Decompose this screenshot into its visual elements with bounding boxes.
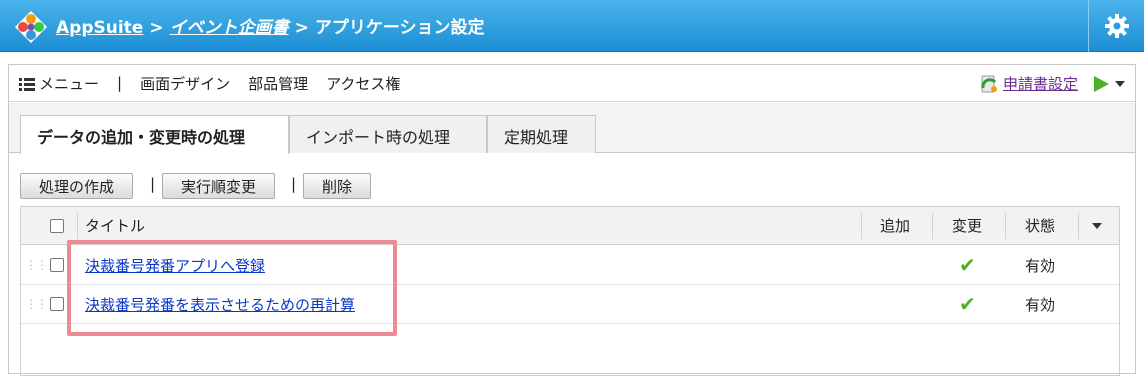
menu-item-screen-design[interactable]: 画面デザイン: [140, 73, 230, 94]
select-all-checkbox[interactable]: [50, 218, 64, 233]
gear-icon: [1104, 14, 1129, 38]
appsuite-logo-icon[interactable]: [14, 10, 48, 44]
header-status[interactable]: 状態: [1025, 207, 1055, 244]
tab-bar: データの追加・変更時の処理 インポート時の処理 定期処理: [9, 103, 1135, 154]
form-settings-icon: [981, 75, 997, 92]
toolbar-separator: |: [150, 175, 156, 193]
menu-right: 申請書設定: [979, 73, 1127, 94]
menu-item-parts[interactable]: 部品管理: [248, 73, 308, 94]
breadcrumb-app-link[interactable]: イベント企画書: [170, 18, 289, 38]
row-status: 有効: [1025, 256, 1056, 275]
create-process-button[interactable]: 処理の作成: [20, 173, 134, 199]
toolbar-separator: |: [291, 175, 297, 193]
play-icon[interactable]: [1092, 75, 1110, 93]
breadcrumb-appsuite-link[interactable]: AppSuite: [56, 18, 143, 38]
column-divider: [1005, 213, 1006, 239]
tab-import[interactable]: インポート時の処理: [289, 115, 487, 153]
column-divider: [932, 213, 933, 239]
list-icon: [19, 77, 35, 91]
breadcrumb: AppSuite > イベント企画書 > アプリケーション設定: [56, 13, 485, 38]
column-divider: [861, 213, 862, 239]
header-change[interactable]: 変更: [952, 207, 982, 244]
header-add[interactable]: 追加: [880, 207, 910, 244]
highlight-box: [67, 240, 397, 336]
row-checkbox-cell: [50, 285, 64, 323]
reorder-button[interactable]: 実行順変更: [162, 173, 276, 199]
chevron-down-icon[interactable]: [1113, 77, 1127, 91]
tab-scheduled[interactable]: 定期処理: [487, 115, 596, 153]
row-checkbox-cell: [50, 246, 64, 284]
select-all-cell: [50, 207, 64, 244]
drag-handle-icon[interactable]: ⋮⋮: [25, 285, 48, 323]
settings-button[interactable]: [1088, 0, 1144, 52]
row-status: 有効: [1025, 295, 1056, 314]
form-settings-link[interactable]: 申請書設定: [1003, 73, 1078, 94]
breadcrumb-separator: >: [294, 18, 309, 38]
breadcrumb-separator: >: [149, 18, 164, 38]
title-bar: AppSuite > イベント企画書 > アプリケーション設定: [0, 0, 1144, 52]
menu-bar: メニュー | 画面デザイン 部品管理 アクセス権 申請書設定: [9, 65, 1135, 102]
row-checkbox[interactable]: [50, 297, 64, 311]
menu-separator: |: [117, 74, 123, 92]
column-divider: [77, 213, 78, 239]
header-title[interactable]: タイトル: [85, 207, 145, 244]
chevron-down-icon: [1092, 222, 1102, 229]
menu-item-access[interactable]: アクセス権: [326, 73, 400, 94]
column-divider: [1078, 213, 1079, 239]
column-menu-button[interactable]: [1091, 207, 1103, 244]
page-title: アプリケーション設定: [314, 18, 485, 38]
tab-add-change[interactable]: データの追加・変更時の処理: [20, 115, 289, 154]
menu-label: メニュー: [39, 74, 100, 93]
menu-button[interactable]: メニュー: [19, 73, 99, 94]
check-icon: ✔: [959, 253, 976, 277]
delete-button[interactable]: 削除: [303, 173, 372, 199]
check-icon: ✔: [959, 292, 976, 316]
row-checkbox[interactable]: [50, 258, 64, 272]
drag-handle-icon[interactable]: ⋮⋮: [25, 246, 48, 284]
